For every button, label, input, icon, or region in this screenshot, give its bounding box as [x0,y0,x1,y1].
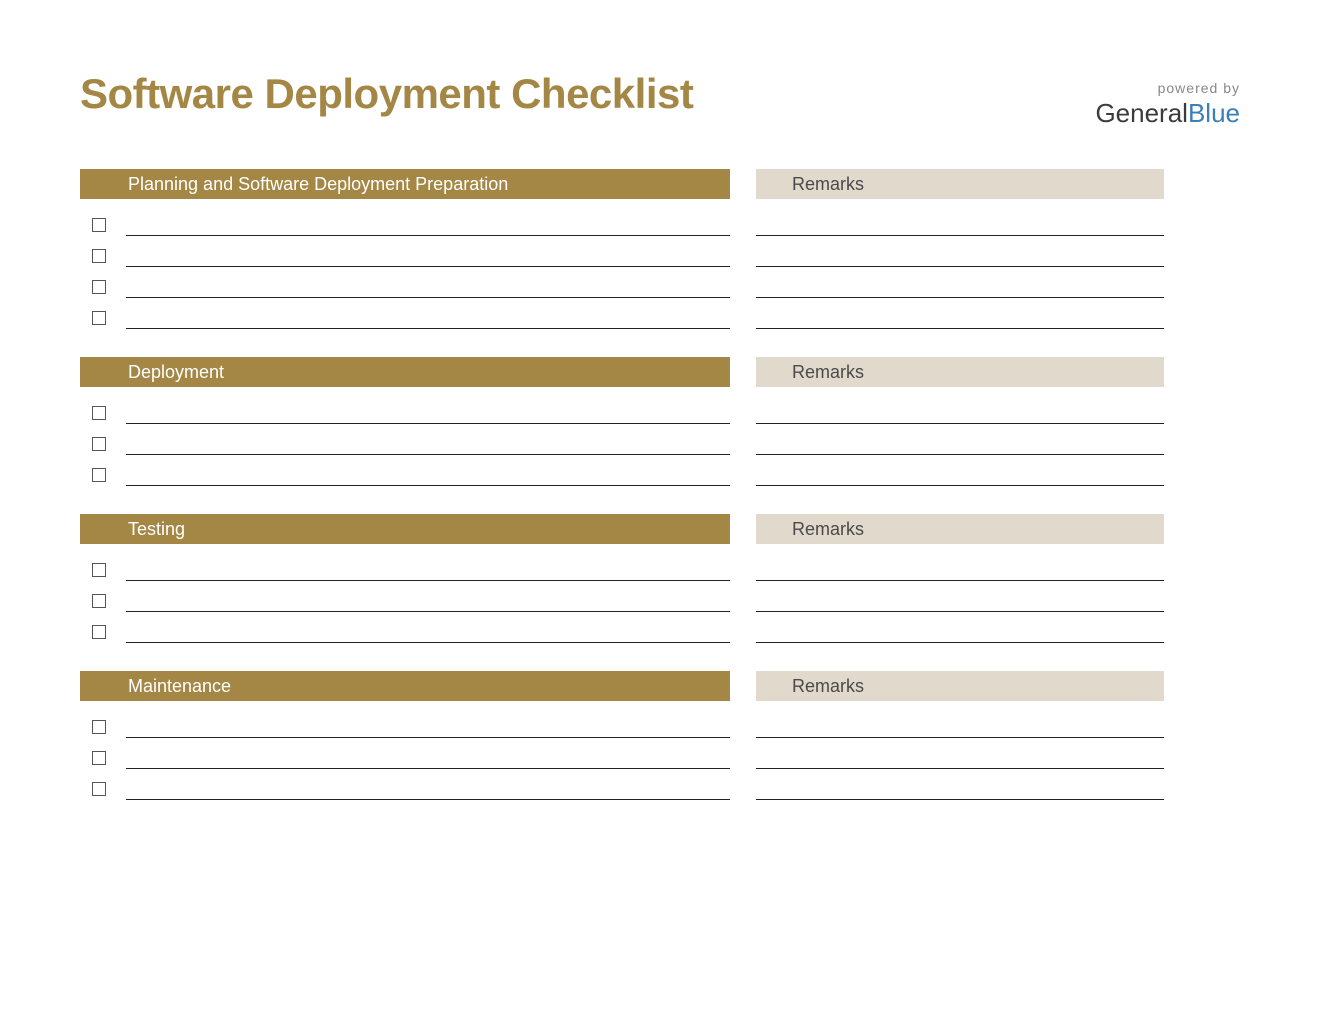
item-input-line[interactable] [126,768,730,769]
section-header-row: Maintenance Remarks [80,671,1240,701]
checklist-cell [80,249,730,267]
logo: GeneralBlue [1095,98,1240,129]
item-input-line[interactable] [126,235,730,236]
checklist-cell [80,720,730,738]
checklist-row [80,205,1240,236]
remarks-input-line[interactable] [756,236,1164,267]
section: Deployment Remarks [80,357,1240,486]
checklist-row [80,455,1240,486]
item-input-line[interactable] [126,423,730,424]
remarks-input-line[interactable] [756,550,1164,581]
checkbox[interactable] [92,218,106,232]
section-header: Planning and Software Deployment Prepara… [80,169,730,199]
checkbox[interactable] [92,280,106,294]
checklist-cell [80,468,730,486]
section: Maintenance Remarks [80,671,1240,800]
remarks-header: Remarks [756,671,1164,701]
checklist-cell [80,406,730,424]
item-input-line[interactable] [126,266,730,267]
remarks-input-line[interactable] [756,455,1164,486]
section-header-row: Testing Remarks [80,514,1240,544]
remarks-input-line[interactable] [756,424,1164,455]
item-input-line[interactable] [126,328,730,329]
checkbox[interactable] [92,468,106,482]
checklist-cell [80,311,730,329]
remarks-input-line[interactable] [756,581,1164,612]
logo-text-general: General [1095,98,1188,128]
item-input-line[interactable] [126,611,730,612]
checklist-cell [80,437,730,455]
checklist-row [80,298,1240,329]
checklist-row [80,581,1240,612]
checklist-cell [80,751,730,769]
checklist-row [80,393,1240,424]
checklist-cell [80,218,730,236]
checkbox[interactable] [92,249,106,263]
item-input-line[interactable] [126,642,730,643]
item-input-line[interactable] [126,454,730,455]
checklist-row [80,424,1240,455]
checkbox[interactable] [92,782,106,796]
remarks-input-line[interactable] [756,205,1164,236]
section-header: Testing [80,514,730,544]
checklist-row [80,550,1240,581]
checkbox[interactable] [92,720,106,734]
checkbox[interactable] [92,437,106,451]
section: Testing Remarks [80,514,1240,643]
checklist-row [80,267,1240,298]
checkbox[interactable] [92,594,106,608]
section-header-row: Planning and Software Deployment Prepara… [80,169,1240,199]
remarks-header: Remarks [756,169,1164,199]
section: Planning and Software Deployment Prepara… [80,169,1240,329]
item-input-line[interactable] [126,799,730,800]
page-title: Software Deployment Checklist [80,70,693,118]
powered-by-label: powered by [1095,80,1240,96]
remarks-input-line[interactable] [756,769,1164,800]
checklist-row [80,738,1240,769]
remarks-input-line[interactable] [756,707,1164,738]
header: Software Deployment Checklist powered by… [80,70,1240,129]
section-header-row: Deployment Remarks [80,357,1240,387]
checkbox[interactable] [92,406,106,420]
checklist-row [80,769,1240,800]
logo-text-blue: Blue [1188,98,1240,128]
item-input-line[interactable] [126,297,730,298]
checklist-cell [80,594,730,612]
remarks-header: Remarks [756,357,1164,387]
checklist-row [80,236,1240,267]
checklist-cell [80,625,730,643]
remarks-input-line[interactable] [756,393,1164,424]
item-input-line[interactable] [126,580,730,581]
checkbox[interactable] [92,563,106,577]
remarks-input-line[interactable] [756,612,1164,643]
remarks-header: Remarks [756,514,1164,544]
remarks-input-line[interactable] [756,267,1164,298]
checklist-row [80,612,1240,643]
item-input-line[interactable] [126,737,730,738]
item-input-line[interactable] [126,485,730,486]
remarks-input-line[interactable] [756,738,1164,769]
section-header: Deployment [80,357,730,387]
checklist-cell [80,782,730,800]
checkbox[interactable] [92,751,106,765]
checkbox[interactable] [92,625,106,639]
logo-block: powered by GeneralBlue [1095,70,1240,129]
checklist-row [80,707,1240,738]
checklist-cell [80,563,730,581]
section-header: Maintenance [80,671,730,701]
checklist-cell [80,280,730,298]
checkbox[interactable] [92,311,106,325]
remarks-input-line[interactable] [756,298,1164,329]
